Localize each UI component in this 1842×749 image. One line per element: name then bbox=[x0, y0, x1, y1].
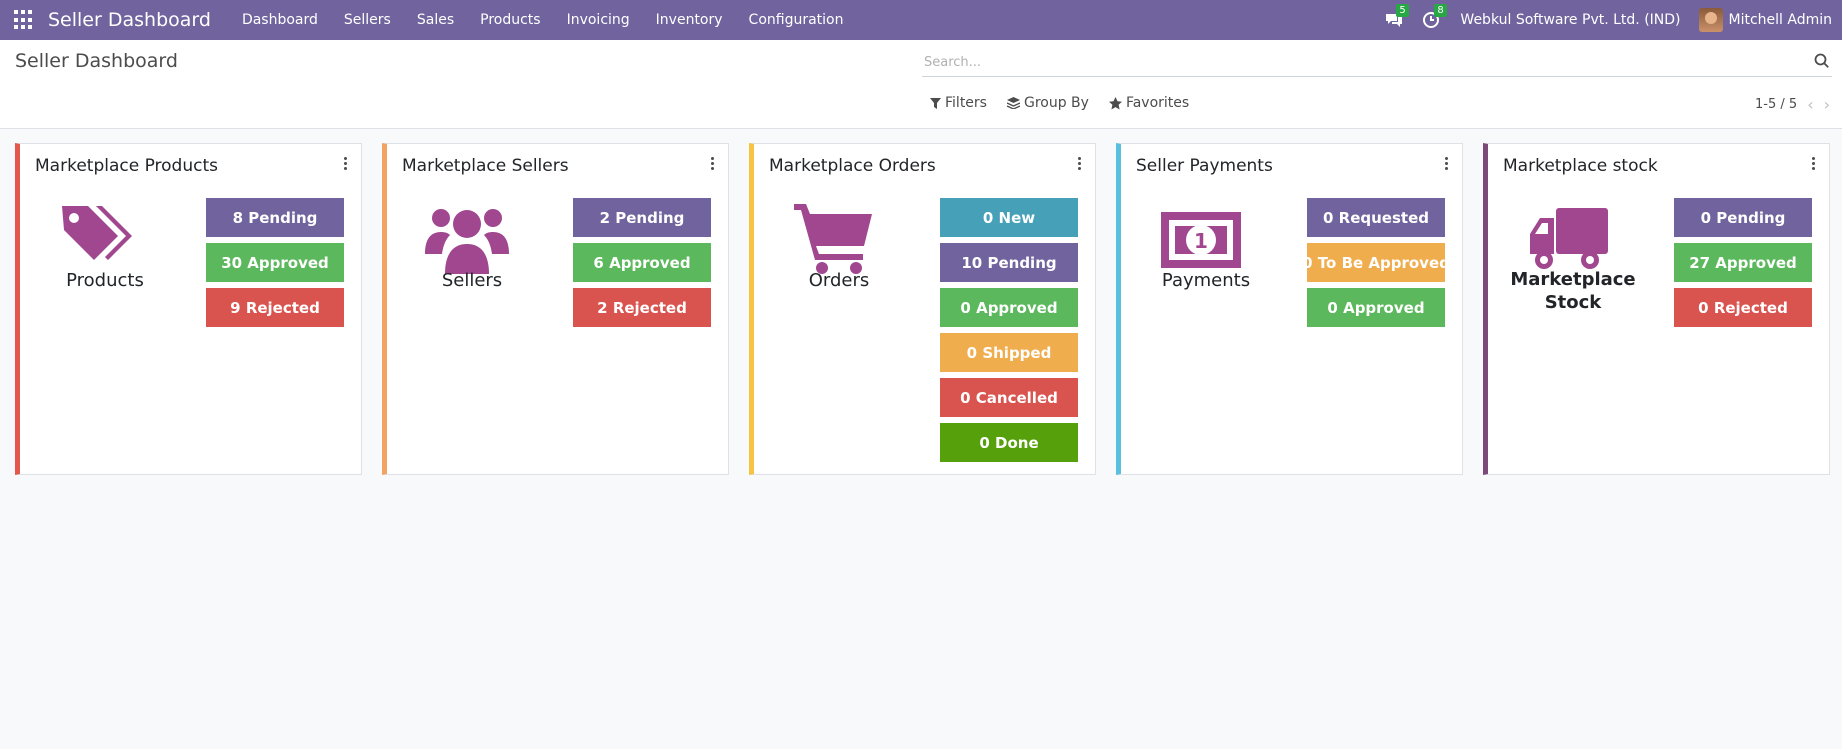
card-label[interactable]: Products bbox=[20, 270, 190, 291]
card-label[interactable]: Payments bbox=[1121, 270, 1291, 291]
pager-value[interactable]: 1-5 / 5 bbox=[1755, 97, 1797, 112]
pager: 1-5 / 5 ‹ › bbox=[1755, 95, 1830, 114]
status-button[interactable]: 10 Pending bbox=[940, 243, 1078, 282]
filters-label: Filters bbox=[945, 95, 987, 111]
layers-icon bbox=[1006, 97, 1020, 109]
menu-item-sellers[interactable]: Sellers bbox=[331, 12, 404, 28]
card-title: Seller Payments bbox=[1136, 156, 1273, 176]
search-bar bbox=[922, 48, 1832, 77]
status-button[interactable]: 30 Approved bbox=[206, 243, 344, 282]
activities-count-badge: 8 bbox=[1434, 4, 1447, 17]
search-input[interactable] bbox=[922, 54, 1814, 70]
card-title: Marketplace Orders bbox=[769, 156, 936, 176]
group-by-button[interactable]: Group By bbox=[1006, 95, 1089, 111]
kebab-menu-icon[interactable] bbox=[1075, 156, 1083, 170]
menu-item-configuration[interactable]: Configuration bbox=[736, 12, 857, 28]
card-orders: Marketplace Orders Orders 0 New 10 Pending 0… bbox=[749, 143, 1096, 475]
status-button[interactable]: 0 Requested bbox=[1307, 198, 1445, 237]
page-title: Seller Dashboard bbox=[15, 50, 178, 72]
status-button[interactable]: 0 Cancelled bbox=[940, 378, 1078, 417]
status-button[interactable]: 0 Approved bbox=[940, 288, 1078, 327]
search-options: Filters Group By Favorites bbox=[930, 95, 1189, 111]
card-title: Marketplace Products bbox=[35, 156, 218, 176]
menu-item-inventory[interactable]: Inventory bbox=[643, 12, 736, 28]
menu-item-dashboard[interactable]: Dashboard bbox=[229, 12, 331, 28]
status-buttons: 0 New 10 Pending 0 Approved 0 Shipped 0 Canc… bbox=[940, 198, 1078, 462]
status-button[interactable]: 6 Approved bbox=[573, 243, 711, 282]
pager-next-icon[interactable]: › bbox=[1824, 95, 1830, 114]
status-button[interactable]: 2 Rejected bbox=[573, 288, 711, 327]
menu-item-invoicing[interactable]: Invoicing bbox=[554, 12, 643, 28]
messages-count-badge: 5 bbox=[1396, 4, 1409, 17]
app-brand[interactable]: Seller Dashboard bbox=[48, 9, 211, 31]
card-label[interactable]: Sellers bbox=[387, 270, 557, 291]
favorites-button[interactable]: Favorites bbox=[1108, 95, 1190, 111]
kebab-menu-icon[interactable] bbox=[1442, 156, 1450, 170]
filters-button[interactable]: Filters bbox=[930, 95, 987, 111]
status-button[interactable]: 0 Pending bbox=[1674, 198, 1812, 237]
company-switcher[interactable]: Webkul Software Pvt. Ltd. (IND) bbox=[1460, 12, 1680, 28]
kebab-menu-icon[interactable] bbox=[1809, 156, 1817, 170]
status-button[interactable]: 2 Pending bbox=[573, 198, 711, 237]
menu-item-products[interactable]: Products bbox=[467, 12, 553, 28]
navbar-systray: 5 8 Webkul Software Pvt. Ltd. (IND) Mitc… bbox=[1384, 4, 1833, 32]
search-icon[interactable] bbox=[1814, 53, 1832, 71]
status-button[interactable]: 0 New bbox=[940, 198, 1078, 237]
card-label[interactable]: Orders bbox=[754, 270, 924, 291]
kebab-menu-icon[interactable] bbox=[708, 156, 716, 170]
status-button[interactable]: 0 Done bbox=[940, 423, 1078, 462]
status-button[interactable]: 0 To Be Approved bbox=[1307, 243, 1445, 282]
filter-icon bbox=[930, 97, 941, 109]
card-stock: Marketplace stock Marketplace Stock 0 Pend… bbox=[1483, 143, 1830, 475]
status-button[interactable]: 0 Rejected bbox=[1674, 288, 1812, 327]
top-navbar: Seller Dashboard Dashboard Sellers Sales… bbox=[0, 0, 1842, 40]
favorites-label: Favorites bbox=[1125, 95, 1190, 111]
status-button[interactable]: 8 Pending bbox=[206, 198, 344, 237]
card-title: Marketplace stock bbox=[1503, 156, 1658, 176]
activities-clock-icon[interactable]: 8 bbox=[1422, 4, 1447, 30]
status-button[interactable]: 27 Approved bbox=[1674, 243, 1812, 282]
status-buttons: 8 Pending 30 Approved 9 Rejected bbox=[206, 198, 344, 327]
user-menu[interactable]: Mitchell Admin bbox=[1698, 8, 1833, 32]
pager-previous-icon[interactable]: ‹ bbox=[1807, 95, 1813, 114]
status-buttons: 2 Pending 6 Approved 2 Rejected bbox=[573, 198, 711, 327]
card-label[interactable]: Marketplace Stock bbox=[1498, 268, 1648, 314]
status-button[interactable]: 0 Shipped bbox=[940, 333, 1078, 372]
avatar bbox=[1698, 8, 1723, 32]
svg-text:1: 1 bbox=[1194, 229, 1208, 253]
kanban-cards: Marketplace Products Products 8 Pending 30 … bbox=[15, 143, 1830, 475]
card-title: Marketplace Sellers bbox=[402, 156, 569, 176]
control-panel: Seller Dashboard Filters Group By Favori… bbox=[0, 40, 1842, 129]
menu-item-sales[interactable]: Sales bbox=[404, 12, 467, 28]
card-sellers: Marketplace Sellers Sellers 2 Pending 6 App… bbox=[382, 143, 729, 475]
card-products: Marketplace Products Products 8 Pending 30 … bbox=[15, 143, 362, 475]
user-name: Mitchell Admin bbox=[1728, 12, 1833, 28]
app-switcher-icon[interactable] bbox=[14, 10, 34, 30]
status-button[interactable]: 9 Rejected bbox=[206, 288, 344, 327]
status-buttons: 0 Requested 0 To Be Approved 0 Approved bbox=[1307, 198, 1445, 327]
kebab-menu-icon[interactable] bbox=[341, 156, 349, 170]
star-icon bbox=[1108, 96, 1122, 109]
messages-icon[interactable]: 5 bbox=[1384, 4, 1409, 30]
main-menu: Dashboard Sellers Sales Products Invoici… bbox=[229, 12, 857, 28]
status-button[interactable]: 0 Approved bbox=[1307, 288, 1445, 327]
group-by-label: Group By bbox=[1023, 95, 1089, 111]
card-payments: Seller Payments 1 Payments 0 Requested 0 To … bbox=[1116, 143, 1463, 475]
status-buttons: 0 Pending 27 Approved 0 Rejected bbox=[1674, 198, 1812, 327]
